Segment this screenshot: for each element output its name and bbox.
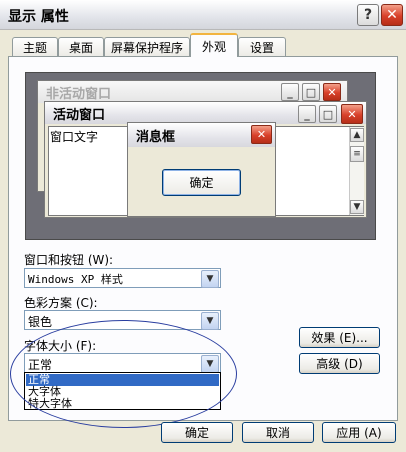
close-icon: ✕ [323, 83, 341, 101]
tab-appearance[interactable]: 外观 [190, 33, 238, 57]
highlight-annotation [10, 320, 237, 428]
maximize-icon: □ [302, 83, 320, 101]
tab-desktop[interactable]: 桌面 [58, 37, 104, 56]
tab-themes[interactable]: 主题 [12, 37, 58, 56]
maximize-icon: □ [319, 105, 337, 123]
scroll-up-icon: ▲ [350, 128, 364, 142]
close-icon: ✕ [251, 125, 272, 144]
chevron-down-icon[interactable]: ▼ [201, 270, 219, 288]
window-text: 窗口文字 [50, 130, 99, 144]
chevron-down-icon[interactable]: ▼ [201, 312, 219, 330]
help-button[interactable]: ? [357, 4, 379, 26]
effects-button[interactable]: 效果 (E)... [299, 327, 380, 348]
cancel-button[interactable]: 取消 [242, 422, 314, 443]
tab-screensaver[interactable]: 屏幕保护程序 [104, 37, 190, 56]
apply-button[interactable]: 应用 (A) [322, 422, 396, 443]
advanced-button[interactable]: 高级 (D) [299, 353, 380, 374]
close-icon: ✕ [341, 104, 363, 124]
tab-settings[interactable]: 设置 [238, 37, 286, 56]
minimize-icon: _ [281, 83, 299, 101]
ok-button[interactable]: 确定 [161, 422, 233, 443]
close-button[interactable]: ✕ [381, 4, 403, 26]
active-window-title: 活动窗口 [45, 102, 366, 124]
minimize-icon: _ [298, 105, 316, 123]
windows-buttons-label: 窗口和按钮 (W): [24, 253, 114, 267]
scroll-thumb: ≡ [350, 146, 364, 162]
inactive-window-title: 非活动窗口 [38, 81, 347, 103]
windows-buttons-select[interactable]: Windows XP 样式 ▼ [24, 268, 221, 288]
close-icon: ✕ [386, 7, 398, 23]
color-scheme-label: 色彩方案 (C): [24, 296, 98, 310]
window-title: 显示 属性 [8, 9, 69, 25]
message-ok-button: 确定 [162, 169, 241, 196]
scroll-down-icon: ▼ [350, 200, 364, 214]
